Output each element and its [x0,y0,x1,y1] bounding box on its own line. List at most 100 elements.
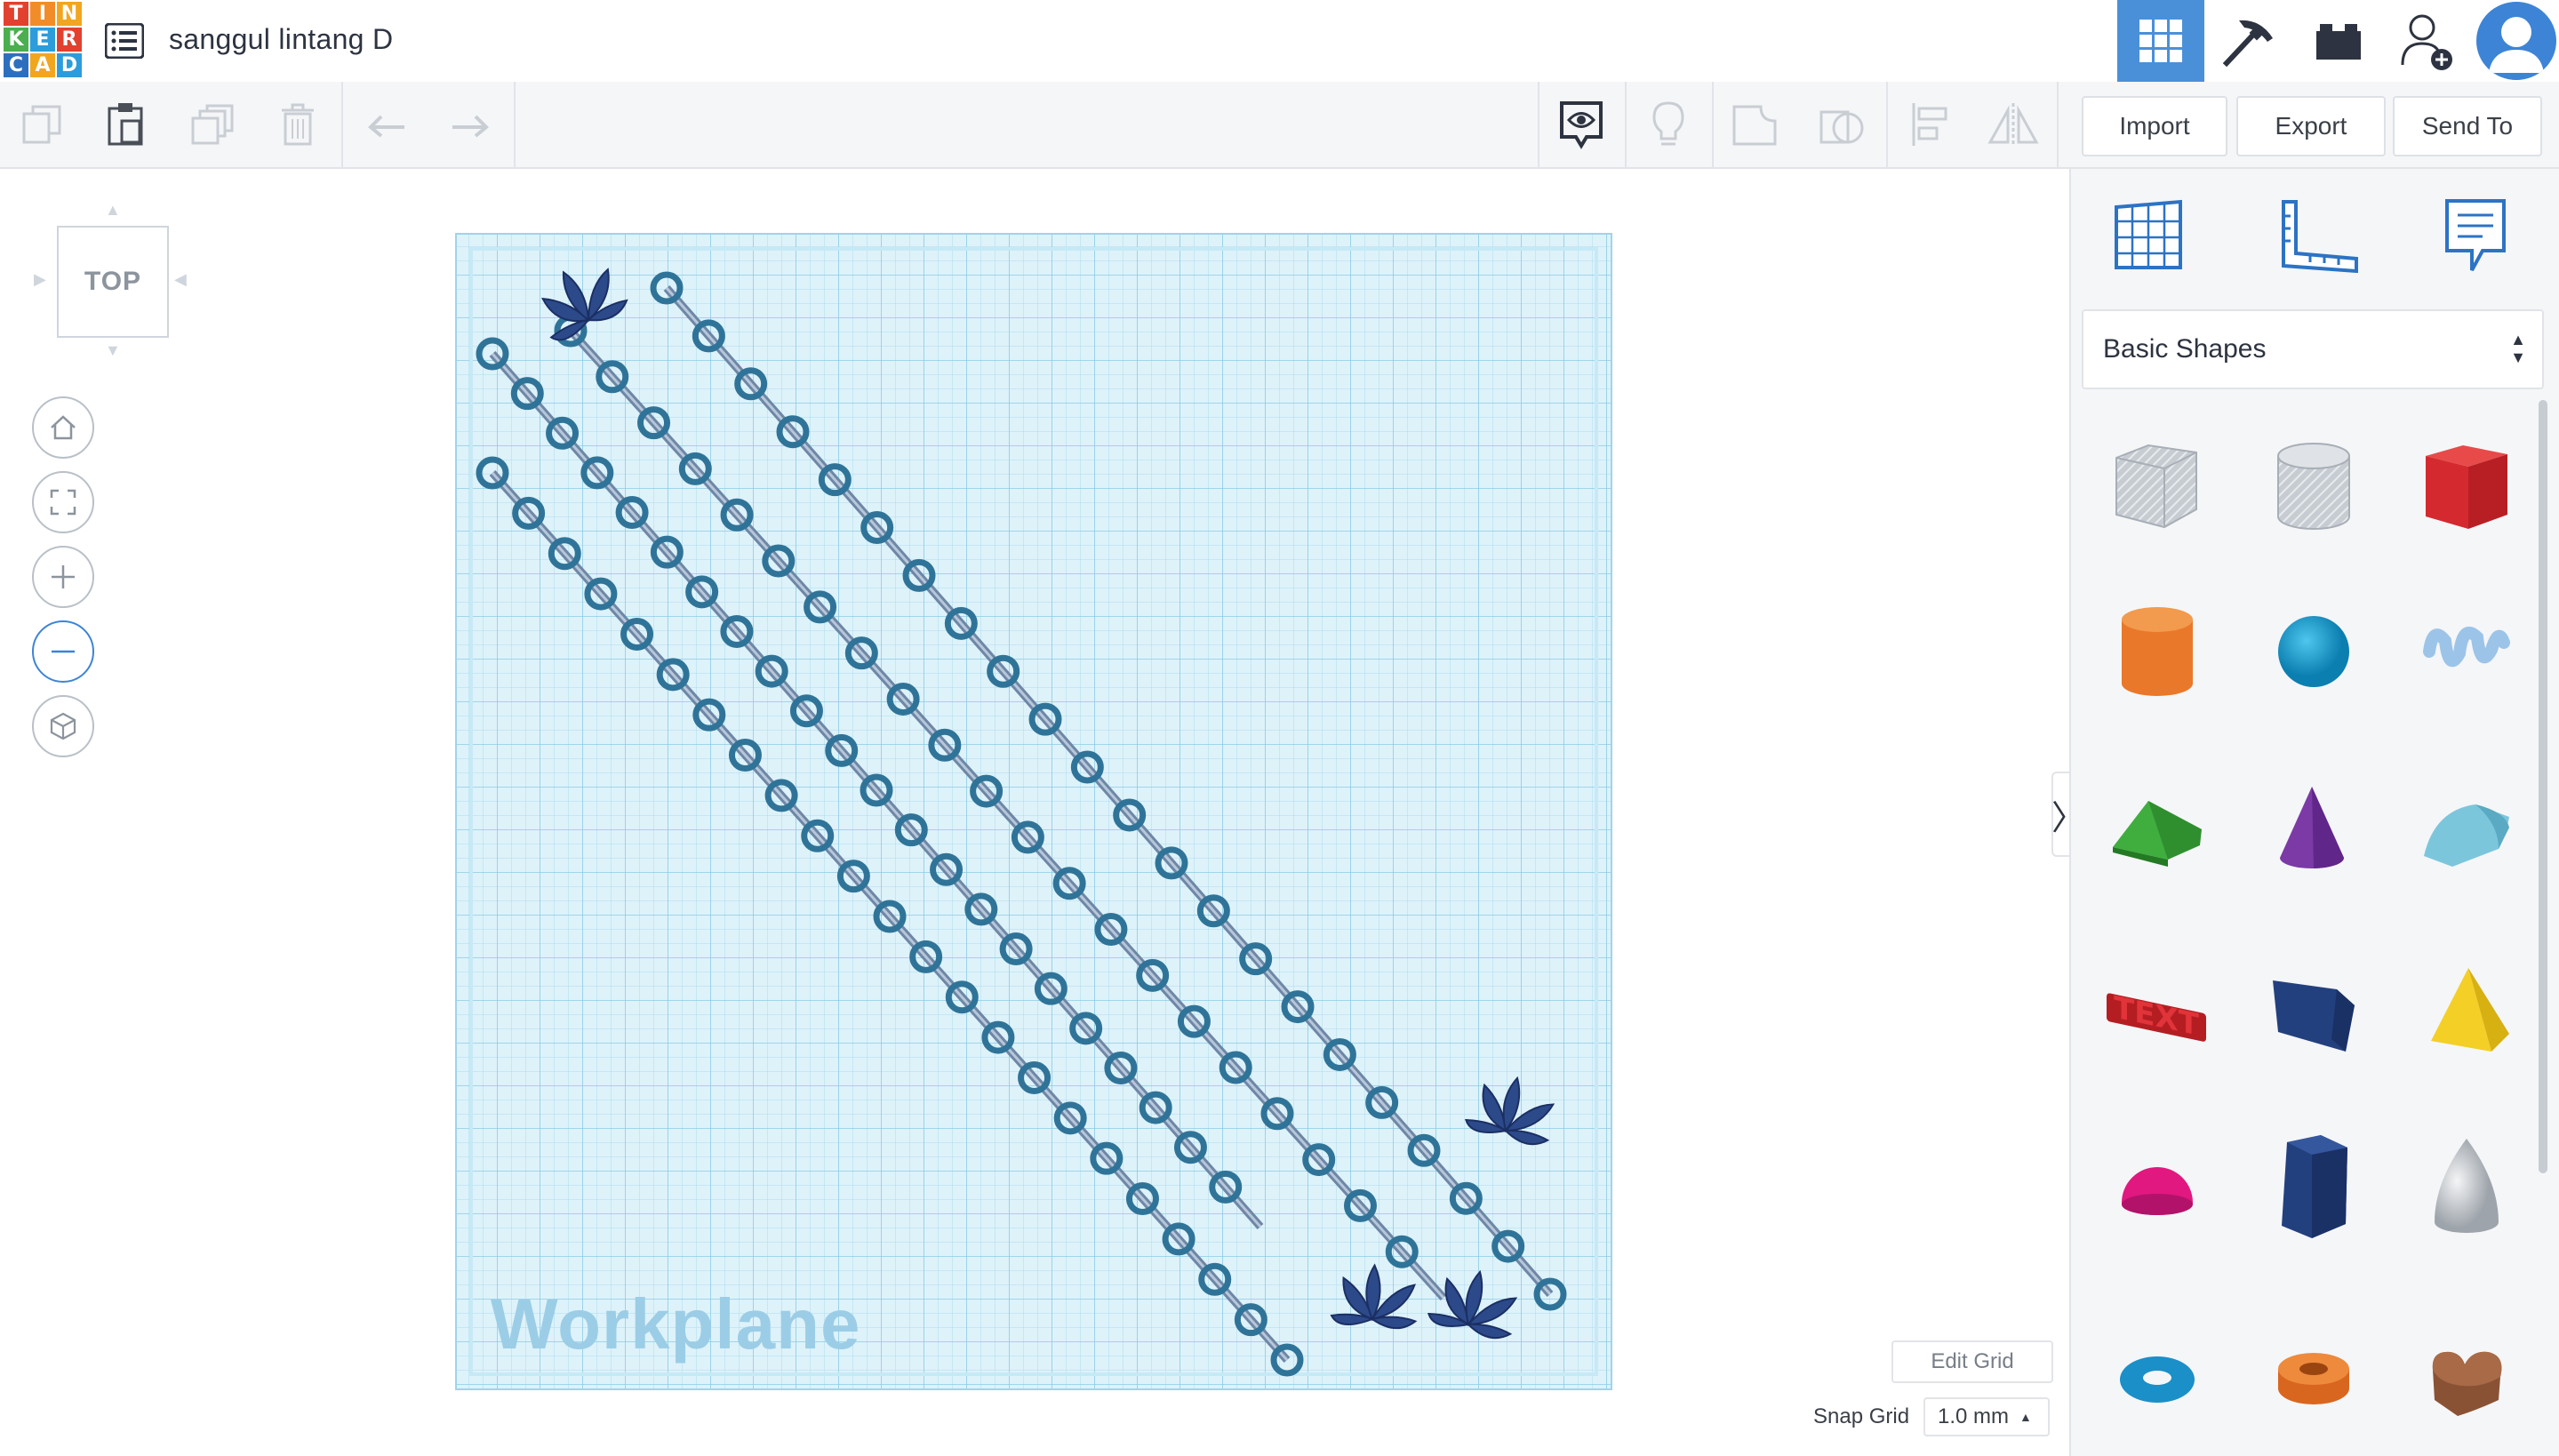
snap-grid-value: 1.0 mm [1938,1404,2010,1428]
home-view-button[interactable] [32,396,94,459]
delete-button[interactable] [256,82,340,167]
projection-cube-icon [50,712,76,740]
ungroup-button[interactable] [1801,82,1884,167]
half-sphere-shape-icon [2122,1167,2193,1215]
shape-cylinder[interactable] [2082,576,2233,727]
box-hole-shape-icon [2115,444,2197,529]
paraboloid-shape-icon [2435,1139,2499,1233]
invite-user-button[interactable] [2384,0,2471,82]
show-all-button[interactable] [1539,82,1623,167]
show-all-icon [1560,101,1603,149]
export-button[interactable]: Export [2236,96,2386,156]
shape-category-value: Basic Shapes [2103,334,2267,364]
copy-button[interactable] [0,82,84,167]
shape-round-roof[interactable] [2391,752,2542,903]
viewcube-right-arrow[interactable]: ◀ [174,270,187,289]
tinkercad-logo[interactable]: TIN KER CAD [4,2,82,78]
zoom-out-button[interactable] [32,620,94,683]
avatar-icon [2477,2,2555,80]
logo-tile: E [30,28,55,52]
shape-box-hole[interactable] [2082,411,2233,562]
shape-heart[interactable] [2391,1303,2542,1454]
shape-half-sphere[interactable] [2082,1115,2233,1266]
shape-tube[interactable] [2238,1303,2389,1454]
codeblocks-button[interactable] [2206,0,2293,82]
shape-box[interactable] [2391,411,2542,562]
notes-icon [2445,199,2506,271]
align-button[interactable] [1888,82,1971,167]
cone-shape-icon [2280,787,2344,868]
workplane[interactable] [455,233,1612,1390]
shape-pyramid[interactable] [2391,935,2542,1086]
polygon-shape-icon [2282,1135,2347,1238]
up-down-caret-icon: ▲ ▼ [2510,331,2526,366]
viewcube-left-arrow[interactable]: ▶ [34,270,46,289]
fit-view-button[interactable] [32,471,94,533]
shape-sphere[interactable] [2238,576,2389,727]
cylinder-shape-icon [2122,607,2193,696]
snap-grid-select[interactable]: 1.0 mm ▲ [1923,1397,2050,1436]
shape-cylinder-hole[interactable] [2238,411,2389,562]
shape-category-select[interactable]: Basic Shapes ▲ ▼ [2082,309,2544,389]
logo-tile: N [57,2,82,26]
view-cube[interactable]: TOP [57,226,169,338]
viewcube-down-arrow[interactable]: ▼ [105,341,121,360]
cylinder-hole-shape-icon [2277,443,2350,530]
projection-button[interactable] [32,695,94,757]
duplicate-button[interactable] [171,82,254,167]
logo-tile: T [4,2,28,26]
shape-polygon[interactable] [2238,1115,2389,1266]
redo-button[interactable] [428,82,512,167]
text-shape-icon: TEXT [2107,990,2206,1044]
ruler-tool-button[interactable] [2270,187,2368,284]
workplane-tool-button[interactable] [2099,187,2197,284]
zoom-in-button[interactable] [32,546,94,608]
shape-torus[interactable] [2082,1303,2233,1454]
light-bulb-icon [1652,101,1684,146]
delete-icon [282,103,314,146]
logo-tile: R [57,28,82,52]
group-button[interactable] [1714,82,1797,167]
workplane-grid-icon [2115,199,2182,269]
group-icon [1732,105,1777,146]
toolbar-divider [2057,82,2059,167]
user-avatar[interactable] [2476,2,2556,80]
shape-roof[interactable] [2082,752,2233,903]
shape-wedge[interactable] [2238,935,2389,1086]
zoom-in-icon [52,565,75,588]
shape-cone[interactable] [2238,752,2389,903]
design-list-button[interactable] [98,16,151,66]
shape-scribble[interactable] [2391,576,2542,727]
heart-shape-icon [2432,1351,2502,1416]
roof-shape-icon [2113,801,2202,867]
edit-grid-button[interactable]: Edit Grid [1891,1340,2053,1383]
import-button[interactable]: Import [2082,96,2227,156]
3d-design-button[interactable] [2117,0,2204,82]
design-title[interactable]: sanggul lintang D [169,20,393,59]
undo-icon [368,115,404,138]
notes-light-button[interactable] [1627,82,1710,167]
redo-icon [452,115,489,138]
undo-button[interactable] [345,82,428,167]
logo-tile: I [30,2,55,26]
list-icon [105,23,144,59]
align-icon [1912,103,1947,146]
mirror-button[interactable] [1971,82,2055,167]
zoom-out-icon [52,650,75,653]
paste-button[interactable] [84,82,167,167]
viewcube-up-arrow[interactable]: ▲ [105,201,121,220]
pickaxe-icon [2222,20,2273,67]
shape-text[interactable]: TEXT [2082,935,2233,1086]
bricks-button[interactable] [2295,0,2382,82]
copy-icon [22,105,61,144]
home-view-icon [51,415,76,440]
3d-design-grid-icon [2139,20,2182,62]
fit-view-icon [50,489,76,516]
send-to-button[interactable]: Send To [2393,96,2542,156]
scribble-shape-icon [2423,627,2510,668]
torus-shape-icon [2120,1356,2195,1403]
shape-paraboloid[interactable] [2391,1115,2542,1266]
caret-up-icon: ▲ [2019,1410,2032,1424]
sphere-shape-icon [2278,616,2349,687]
notes-tool-button[interactable] [2427,187,2524,284]
